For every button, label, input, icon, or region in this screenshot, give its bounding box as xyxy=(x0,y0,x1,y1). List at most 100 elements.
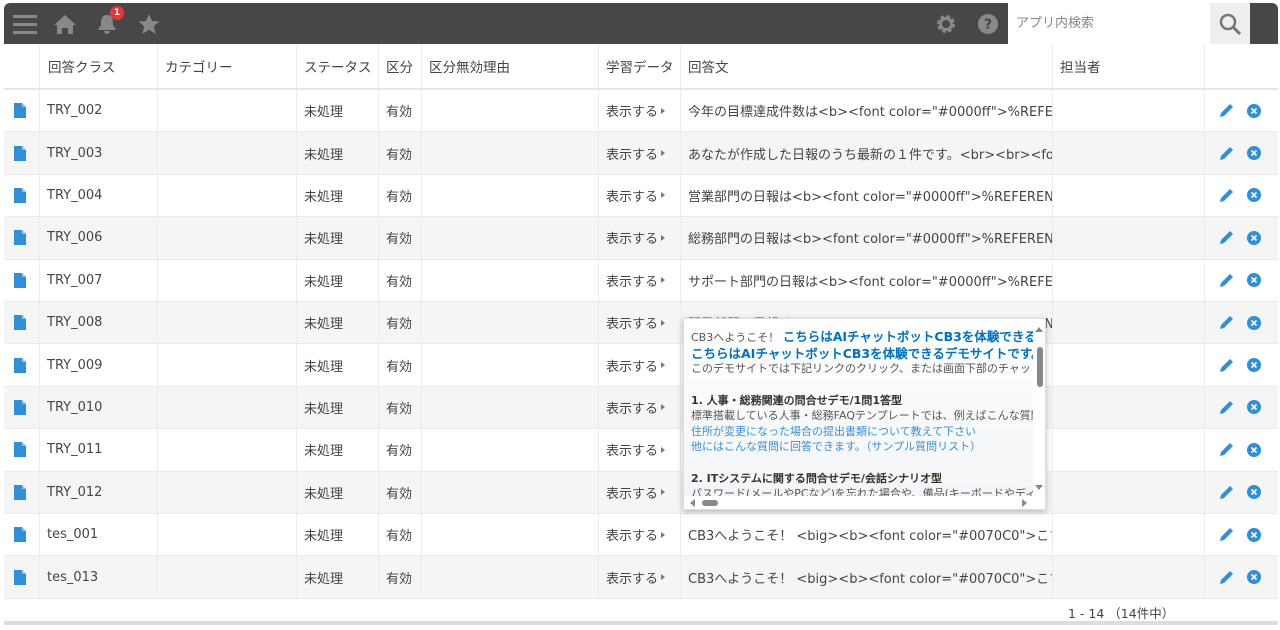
edit-pencil-icon[interactable] xyxy=(1219,230,1234,245)
cell-kubun: 有効 xyxy=(379,429,422,471)
delete-circle-icon[interactable] xyxy=(1247,527,1261,542)
col-invalid-reason[interactable]: 区分無効理由 xyxy=(422,44,599,88)
delete-circle-icon[interactable] xyxy=(1247,188,1261,203)
search-button[interactable] xyxy=(1210,3,1250,44)
table-row[interactable]: TRY_006 未処理 有効 表示する 総務部門の日報は<b><font color="… xyxy=(4,217,1278,260)
popup-text: 標準搭載している人事・総務FAQテンプレートでは、例えばこんな質問に xyxy=(691,409,1036,422)
cell-learning-data[interactable]: 表示する xyxy=(599,344,681,386)
cell-answer-class: TRY_006 xyxy=(40,217,158,259)
popup-text: このデモサイトでは下記リンクのクリック、または画面下部のチャットから xyxy=(691,362,1036,375)
document-icon[interactable] xyxy=(14,399,26,415)
document-icon[interactable] xyxy=(14,357,26,373)
table-row[interactable]: TRY_002 未処理 有効 表示する 今年の目標達成件数は<b><font color… xyxy=(4,90,1278,133)
table-row[interactable]: TRY_011 未処理 有効 表示する xyxy=(4,429,1278,472)
edit-pencil-icon[interactable] xyxy=(1219,273,1234,288)
table-row[interactable]: TRY_004 未処理 有効 表示する 営業部門の日報は<b><font color="… xyxy=(4,174,1278,218)
table-row[interactable]: TRY_003 未処理 有効 表示する あなたが作成した日報のうち最新の１件です。<br… xyxy=(4,132,1278,175)
delete-circle-icon[interactable] xyxy=(1247,315,1261,330)
col-category[interactable]: カテゴリー xyxy=(158,44,297,88)
col-assignee[interactable]: 担当者 xyxy=(1053,44,1205,88)
cell-invalid-reason xyxy=(422,471,599,513)
table-row[interactable]: tes_013 未処理 有効 表示する CB3へようこそ！ <big><b><font … xyxy=(4,556,1278,599)
cell-assignee xyxy=(1053,514,1205,556)
horizontal-scrollbar[interactable] xyxy=(684,496,1045,509)
cell-category xyxy=(158,302,297,344)
edit-pencil-icon[interactable] xyxy=(1219,103,1234,118)
table-row[interactable]: TRY_012 未処理 有効 表示する xyxy=(4,471,1278,514)
cell-learning-data[interactable]: 表示する xyxy=(599,429,681,471)
document-icon[interactable] xyxy=(14,315,26,331)
col-answer-class[interactable]: 回答クラス xyxy=(40,44,158,88)
document-icon[interactable] xyxy=(14,103,26,119)
table-row[interactable]: TRY_009 未処理 有効 表示する xyxy=(4,344,1278,387)
col-status[interactable]: ステータス xyxy=(297,44,379,88)
popup-link[interactable]: 他にはこんな質問に回答できます。（サンプル質問リスト） xyxy=(691,439,1036,455)
col-kubun[interactable]: 区分 xyxy=(379,44,422,88)
col-learning-data[interactable]: 学習データ xyxy=(599,44,681,88)
cell-learning-data[interactable]: 表示する xyxy=(599,386,681,429)
cell-learning-data[interactable]: 表示する xyxy=(599,217,681,259)
edit-pencil-icon[interactable] xyxy=(1219,146,1234,161)
star-icon[interactable] xyxy=(136,11,162,37)
cell-assignee xyxy=(1053,174,1205,217)
edit-pencil-icon[interactable] xyxy=(1219,358,1234,373)
edit-pencil-icon[interactable] xyxy=(1219,570,1234,585)
cell-assignee xyxy=(1053,259,1205,301)
edit-pencil-icon[interactable] xyxy=(1219,315,1234,330)
document-icon[interactable] xyxy=(14,569,26,585)
delete-circle-icon[interactable] xyxy=(1247,442,1261,457)
cell-answer-text: あなたが作成した日報のうち最新の１件です。<br><br><fo… xyxy=(681,132,1053,174)
edit-pencil-icon[interactable] xyxy=(1219,485,1234,500)
delete-circle-icon[interactable] xyxy=(1247,570,1261,585)
menu-icon[interactable] xyxy=(12,11,38,37)
document-icon[interactable] xyxy=(14,187,26,203)
cell-learning-data[interactable]: 表示する xyxy=(599,259,681,301)
cell-learning-data[interactable]: 表示する xyxy=(599,556,681,598)
delete-circle-icon[interactable] xyxy=(1247,230,1261,245)
table-row[interactable]: TRY_008未処理有効表示する開発部門の日報は<b><font color="… xyxy=(4,302,1278,345)
delete-circle-icon[interactable] xyxy=(1247,400,1261,415)
table-row[interactable]: TRY_007 未処理 有効 表示する サポート部門の日報は<b><font color… xyxy=(4,259,1278,302)
document-icon[interactable] xyxy=(14,527,26,543)
cell-status: 未処理 xyxy=(297,471,379,513)
edit-pencil-icon[interactable] xyxy=(1219,442,1234,457)
table-header: 回答クラス カテゴリー ステータス 区分 区分無効理由 学習データ 回答文 担当… xyxy=(4,44,1278,90)
cell-answer-class: TRY_012 xyxy=(40,471,158,513)
delete-circle-icon[interactable] xyxy=(1247,358,1261,373)
gear-icon[interactable] xyxy=(933,11,959,37)
table-row[interactable]: tes_001 未処理 有効 表示する CB3へようこそ！ <big><b><font … xyxy=(4,514,1278,557)
cell-learning-data[interactable]: 表示する xyxy=(599,514,681,556)
cell-invalid-reason xyxy=(422,429,599,471)
cell-answer-class: TRY_011 xyxy=(40,429,158,471)
document-icon[interactable] xyxy=(14,145,26,161)
document-icon[interactable] xyxy=(14,442,26,458)
vertical-scrollbar[interactable] xyxy=(1033,319,1045,498)
delete-circle-icon[interactable] xyxy=(1247,485,1261,500)
edit-pencil-icon[interactable] xyxy=(1219,527,1234,542)
home-icon[interactable] xyxy=(52,11,78,37)
delete-circle-icon[interactable] xyxy=(1247,273,1261,288)
cell-invalid-reason xyxy=(422,344,599,386)
popup-link[interactable]: 住所が変更になった場合の提出書類について教えて下さい xyxy=(691,424,1036,440)
edit-pencil-icon[interactable] xyxy=(1219,400,1234,415)
document-icon[interactable] xyxy=(14,484,26,500)
delete-circle-icon[interactable] xyxy=(1247,103,1261,118)
cell-status: 未処理 xyxy=(297,174,379,217)
cell-learning-data[interactable]: 表示する xyxy=(599,174,681,217)
delete-circle-icon[interactable] xyxy=(1247,146,1261,161)
cell-kubun: 有効 xyxy=(379,174,422,217)
table-row[interactable]: TRY_010 未処理 有効 表示する xyxy=(4,386,1278,430)
cell-learning-data[interactable]: 表示する xyxy=(599,471,681,513)
cell-category xyxy=(158,471,297,513)
cell-learning-data[interactable]: 表示する xyxy=(599,302,681,344)
document-icon[interactable] xyxy=(14,272,26,288)
help-icon[interactable]: ? xyxy=(975,11,1001,37)
cell-kubun: 有効 xyxy=(379,302,422,344)
search-input[interactable] xyxy=(1008,3,1210,44)
col-answer-text[interactable]: 回答文 xyxy=(681,44,1053,88)
document-icon[interactable] xyxy=(14,230,26,246)
cell-invalid-reason xyxy=(422,556,599,598)
edit-pencil-icon[interactable] xyxy=(1219,188,1234,203)
cell-learning-data[interactable]: 表示する xyxy=(599,90,681,132)
cell-learning-data[interactable]: 表示する xyxy=(599,132,681,174)
